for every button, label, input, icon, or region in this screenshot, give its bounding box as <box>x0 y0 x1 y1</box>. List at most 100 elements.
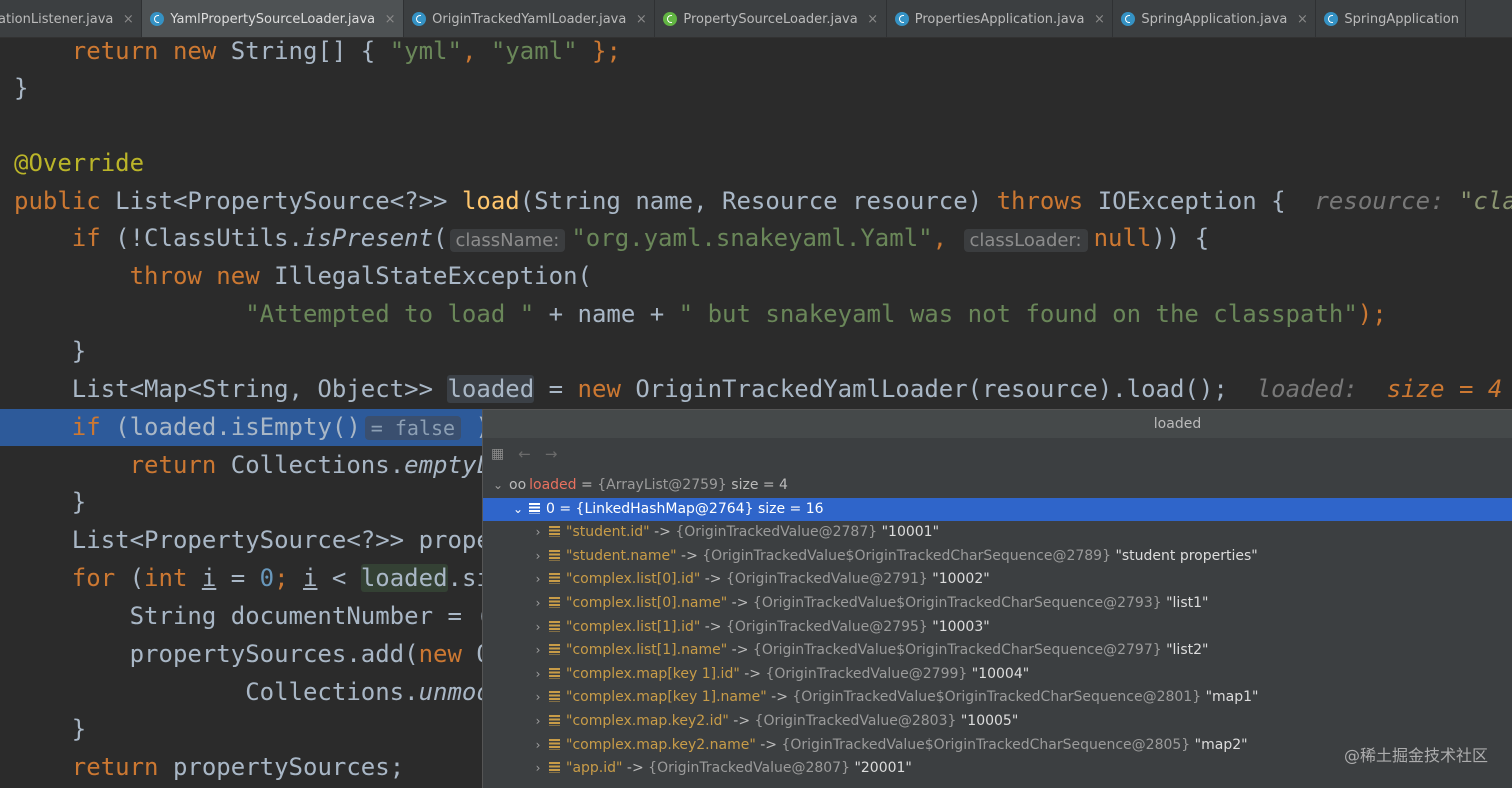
chevron-right-icon[interactable]: › <box>531 592 545 616</box>
entry-type: {OriginTrackedValue$OriginTrackedCharSeq… <box>752 642 1162 659</box>
class-icon <box>150 12 165 26</box>
entry-type: {OriginTrackedValue$OriginTrackedCharSeq… <box>752 594 1162 611</box>
chevron-right-icon[interactable]: › <box>531 734 545 758</box>
field-icon <box>549 596 560 608</box>
editor-tab[interactable]: OriginTrackedYamlLoader.java × <box>404 0 656 37</box>
entry-arrow: -> <box>727 594 753 611</box>
editor-tab[interactable]: PropertiesApplication.java × <box>887 0 1114 37</box>
entry-key: "app.id" <box>566 760 623 777</box>
entry-arrow: -> <box>766 689 793 706</box>
entry-key: "complex.list[1].name" <box>566 642 728 659</box>
field-icon <box>549 762 560 774</box>
chevron-down-icon[interactable]: ⌄ <box>511 498 525 522</box>
entry-value: "10003" <box>932 618 990 635</box>
entry-value: "20001" <box>854 760 912 777</box>
field-icon <box>549 620 560 632</box>
debug-value-popup[interactable]: loaded ▦ ← → ⌄ oo loaded = {ArrayList@2759… <box>482 409 1512 788</box>
entry-type: {OriginTrackedValue$OriginTrackedCharSeq… <box>702 547 1111 564</box>
entry-value: "10001" <box>881 524 940 541</box>
tab-label: ationListener.java <box>0 11 114 27</box>
chevron-right-icon[interactable]: › <box>531 663 545 687</box>
forward-arrow-icon[interactable]: → <box>545 445 558 463</box>
field-icon <box>549 691 560 703</box>
entry-type: {OriginTrackedValue@2799} <box>765 665 968 682</box>
code-line: "Attempted to load " + name + " but snak… <box>245 300 1387 328</box>
close-icon[interactable]: × <box>1295 12 1309 27</box>
entry-value: "10002" <box>932 571 990 588</box>
tree-selected-row[interactable]: ⌄ 0 = {LinkedHashMap@2764} size = 16 <box>483 497 1512 522</box>
chevron-right-icon[interactable]: › <box>531 545 545 569</box>
popup-title[interactable]: loaded <box>483 410 1512 438</box>
field-icon <box>549 667 560 679</box>
map-entry-row[interactable]: › "complex.list[1].id" -> {OriginTrackedV… <box>483 616 1512 640</box>
entry-value: "10005" <box>960 712 1019 729</box>
editor-tab[interactable]: ationListener.java × <box>0 0 143 37</box>
close-icon[interactable]: × <box>1092 12 1106 27</box>
tab-label: PropertySourceLoader.java <box>683 11 858 27</box>
editor-tab[interactable]: SpringApplication <box>1316 0 1466 37</box>
tab-label: YamlPropertySourceLoader.java <box>170 11 376 27</box>
field-icon <box>549 738 560 750</box>
close-icon[interactable]: × <box>121 12 135 27</box>
entry-arrow: -> <box>622 760 649 777</box>
field-icon <box>549 526 560 538</box>
back-arrow-icon[interactable]: ← <box>518 445 531 463</box>
entry-key: "complex.list[1].id" <box>566 618 701 635</box>
map-entry-row[interactable]: › "complex.list[0].id" -> {OriginTrackedV… <box>483 568 1512 592</box>
parameter-hint: className: <box>449 229 566 252</box>
entry-type: {OriginTrackedValue$OriginTrackedCharSeq… <box>781 736 1191 753</box>
chevron-right-icon[interactable]: › <box>531 639 545 663</box>
map-entry-row[interactable]: › "complex.map[key 1].id" -> {OriginTrack… <box>483 663 1512 687</box>
entry-value: "list2" <box>1166 642 1209 659</box>
map-entry-row[interactable]: › "complex.map[key 1].name" -> {OriginTra… <box>483 686 1512 710</box>
tree-root-row[interactable]: ⌄ oo loaded = {ArrayList@2759} size = 4 <box>483 474 1512 498</box>
close-icon[interactable]: × <box>634 12 648 27</box>
close-icon[interactable]: × <box>383 12 397 27</box>
watches-icon[interactable]: ▦ <box>491 446 504 462</box>
entry-type: {OriginTrackedValue$OriginTrackedCharSeq… <box>792 689 1202 706</box>
close-icon[interactable]: × <box>866 12 880 27</box>
chevron-right-icon[interactable]: › <box>531 710 545 734</box>
code-line: @Override <box>14 149 145 177</box>
editor-tab[interactable]: PropertySourceLoader.java × <box>655 0 887 37</box>
entry-type: {OriginTrackedValue@2787} <box>675 524 878 541</box>
map-entry-row[interactable]: › "complex.map.key2.id" -> {OriginTracked… <box>483 710 1512 734</box>
editor-tab-bar: ationListener.java × YamlPropertySourceLoa… <box>0 0 1512 38</box>
entry-key: "complex.map.key2.id" <box>566 712 729 729</box>
chevron-right-icon[interactable]: › <box>531 568 545 592</box>
code-line: List<Map<String, Object>> loaded = new O… <box>71 375 1503 403</box>
entry-type: {OriginTrackedValue@2807} <box>648 760 850 777</box>
map-entry-row[interactable]: › "student.id" -> {OriginTrackedValue@278… <box>483 521 1512 545</box>
chevron-right-icon[interactable]: › <box>531 757 545 781</box>
field-icon <box>549 714 560 726</box>
inline-evaluation: = false <box>364 416 462 440</box>
editor-tab[interactable]: YamlPropertySourceLoader.java × <box>142 0 405 37</box>
entry-key: "complex.list[0].id" <box>566 571 701 588</box>
map-entry-row[interactable]: › "complex.list[1].name" -> {OriginTracke… <box>483 639 1512 663</box>
map-entry-row[interactable]: › "complex.list[0].name" -> {OriginTracke… <box>483 592 1512 616</box>
code-line: return new String[] { "yml", "yaml" }; <box>71 38 621 65</box>
class-icon <box>1324 12 1339 26</box>
field-icon <box>549 644 560 656</box>
chevron-right-icon[interactable]: › <box>531 616 545 640</box>
watch-glasses-icon: oo <box>509 477 527 493</box>
editor-tab[interactable]: SpringApplication.java × <box>1113 0 1317 37</box>
entry-key: "student.id" <box>566 524 650 541</box>
class-icon <box>1121 12 1136 26</box>
chevron-right-icon[interactable]: › <box>531 521 545 545</box>
entry-value: "10004" <box>971 665 1030 682</box>
chevron-right-icon[interactable]: › <box>531 686 545 710</box>
class-icon <box>894 12 909 26</box>
entry-arrow: -> <box>700 618 726 635</box>
variables-tree: ⌄ oo loaded = {ArrayList@2759} size = 4 ⌄ 0… <box>483 474 1512 781</box>
field-icon <box>549 549 560 561</box>
code-line: public List<PropertySource<?>> load(Stri… <box>14 187 1512 215</box>
chevron-down-icon[interactable]: ⌄ <box>491 474 505 498</box>
interface-icon <box>663 12 678 26</box>
map-entry-row[interactable]: › "student.name" -> {OriginTrackedValue$O… <box>483 545 1512 569</box>
tab-label: SpringApplication.java <box>1141 11 1288 27</box>
parameter-hint: classLoader: <box>963 229 1088 252</box>
tab-label: OriginTrackedYamlLoader.java <box>432 11 627 27</box>
field-icon <box>529 502 540 514</box>
entry-type: {OriginTrackedValue@2791} <box>725 571 928 588</box>
